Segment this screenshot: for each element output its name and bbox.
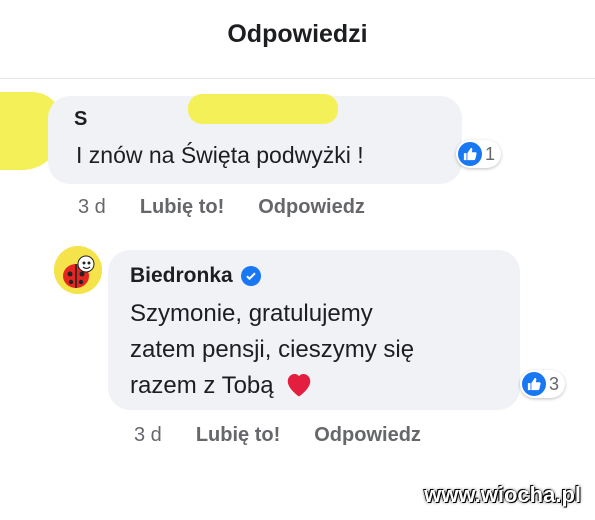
header: Odpowiedzi [0, 0, 595, 79]
reply-reaction-badge[interactable]: 3 [520, 370, 566, 398]
reaction-count: 1 [485, 143, 496, 164]
like-button[interactable]: Lubię to! [140, 196, 224, 219]
reply-actions: 3 d Lubię to! Odpowiedz [134, 424, 421, 447]
reply-time[interactable]: 3 d [134, 424, 162, 447]
reply-text-line: zatem pensji, cieszymy się [130, 336, 415, 363]
heart-icon [288, 374, 311, 397]
reply-text-line: Szymonie, gratulujemy [130, 300, 373, 327]
reply-text-line: razem z Tobą [130, 368, 490, 404]
redaction-scribble-author [188, 94, 338, 124]
reply-button[interactable]: Odpowiedz [314, 424, 421, 447]
reaction-count: 3 [549, 373, 560, 394]
reply-text: Szymonie, gratulujemy zatem pensji, cies… [130, 296, 490, 404]
reply-bubble: Biedronka Szymonie, gratulujemy zatem pe… [108, 250, 520, 410]
comment-author[interactable]: S [74, 108, 87, 131]
comment-time[interactable]: 3 d [78, 196, 106, 219]
comment-reaction-badge[interactable]: 1 [456, 140, 502, 168]
avatar[interactable] [54, 246, 102, 294]
watermark: www.wiocha.pl [424, 482, 581, 507]
like-button[interactable]: Lubię to! [196, 424, 280, 447]
page-title: Odpowiedzi [227, 20, 368, 48]
reply-button[interactable]: Odpowiedz [258, 196, 365, 219]
like-icon [458, 142, 482, 166]
like-icon [522, 372, 546, 396]
comment-bubble: S I znów na Święta podwyżki ! [48, 94, 462, 184]
verified-badge-icon [240, 266, 261, 286]
ladybug-logo-icon [54, 246, 102, 294]
reply-author[interactable]: Biedronka [130, 264, 261, 288]
comment-actions: 3 d Lubię to! Odpowiedz [78, 196, 365, 219]
comment-text: I znów na Święta podwyżki ! [76, 142, 364, 168]
reply-author-name[interactable]: Biedronka [130, 264, 233, 288]
